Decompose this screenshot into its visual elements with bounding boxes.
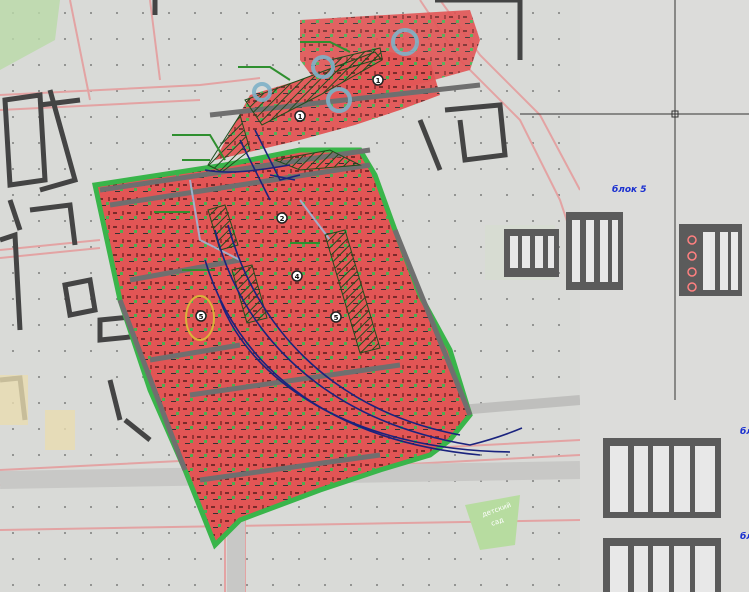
sheet-label-cut-1: бл [740,426,749,437]
cad-viewport[interactable]: детский сад 1 1 2 4 5 5 блок 5 б б [0,0,749,592]
block-5-label: блок 5 [612,184,647,195]
marker-1[interactable]: 1 [372,74,384,86]
marker-5[interactable]: 5 [195,310,207,322]
svg-text:5: 5 [199,313,204,321]
svg-text:1: 1 [376,77,381,85]
marker-6[interactable]: 5 [330,311,342,323]
drawing-canvas[interactable]: детский сад 1 1 2 4 5 5 блок 5 б б [0,0,749,592]
sheet-panel-1[interactable] [504,229,559,277]
sheet-panel-4[interactable] [603,438,721,518]
svg-text:5: 5 [334,314,339,322]
marker-2[interactable]: 1 [294,110,306,122]
sheet-panel-3[interactable] [679,224,742,296]
svg-text:4: 4 [295,273,300,281]
marker-4[interactable]: 4 [291,270,303,282]
svg-text:2: 2 [280,215,285,223]
sheet-label-cut-2: бл [740,531,749,542]
sheet-panel-2[interactable] [566,212,623,290]
marker-3[interactable]: 2 [276,212,288,224]
sheet-panel-5[interactable] [603,538,721,592]
svg-text:1: 1 [298,113,303,121]
